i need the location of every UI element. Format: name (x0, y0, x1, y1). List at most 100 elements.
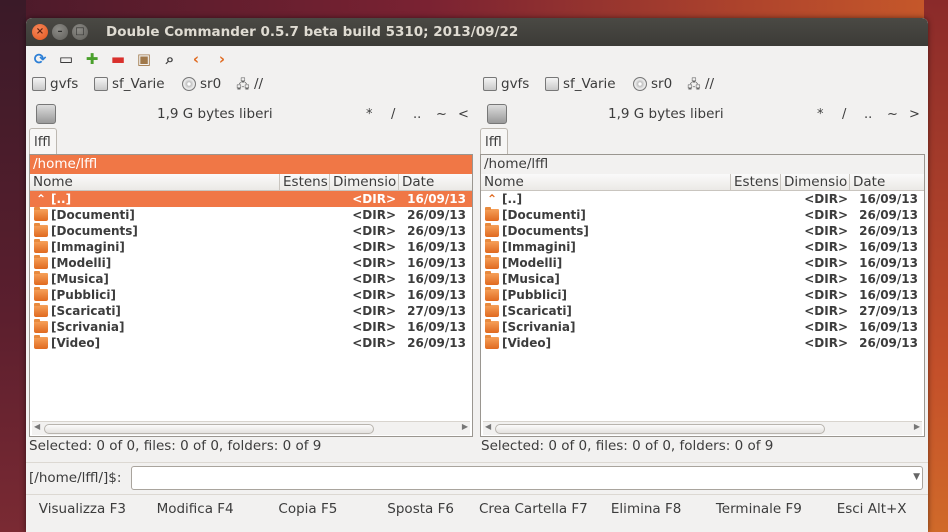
drive-network-right[interactable]: 🖧 // (687, 76, 714, 92)
back-icon[interactable]: ‹ (186, 49, 206, 69)
left-nav-root[interactable]: / (391, 107, 395, 122)
file-row[interactable]: [Documents] <DIR> 26/09/13 (30, 223, 472, 239)
scroll-left-icon[interactable]: ◀ (34, 422, 40, 431)
terminal-icon[interactable]: ▭ (56, 49, 76, 69)
drive-network[interactable]: 🖧 // (236, 76, 263, 92)
left-nav-parent[interactable]: .. (413, 107, 421, 122)
drive-label: sf_Varie (563, 76, 616, 92)
scroll-right-icon[interactable]: ▶ (914, 422, 920, 431)
file-row[interactable]: ⌃ [..] <DIR> 16/09/13 (30, 191, 472, 207)
scroll-left-icon[interactable]: ◀ (485, 422, 491, 431)
fkey-button-7[interactable]: Crea Cartella F7 (477, 501, 590, 517)
forward-icon[interactable]: › (212, 49, 232, 69)
left-nav-copy-path[interactable]: < (458, 107, 469, 122)
folder-icon (485, 239, 499, 253)
folder-icon (34, 207, 48, 221)
right-info-bar: 1,9 G bytes liberi * / .. ~ > (477, 101, 928, 127)
file-row[interactable]: [Immagini] <DIR> 16/09/13 (481, 239, 924, 255)
right-nav-root-all[interactable]: * (817, 107, 824, 122)
left-tab-lffl[interactable]: lffl (29, 128, 57, 154)
right-file-list[interactable]: ⌃ [..] <DIR> 16/09/13 [Documenti] <DIR> 26/09/… (481, 191, 924, 351)
file-row[interactable]: [Modelli] <DIR> 16/09/13 (481, 255, 924, 271)
drive-bar: gvfs sf_Varie sr0 🖧// gvfs sf_Varie sr0 … (26, 72, 928, 98)
file-row[interactable]: [Modelli] <DIR> 16/09/13 (30, 255, 472, 271)
left-file-list[interactable]: ⌃ [..] <DIR> 16/09/13 [Documenti] <DIR> 26/09/… (30, 191, 472, 351)
chevron-down-icon[interactable]: ▼ (913, 472, 920, 482)
archive-icon[interactable]: ▣ (134, 49, 154, 69)
file-row[interactable]: [Scaricati] <DIR> 27/09/13 (30, 303, 472, 319)
file-row[interactable]: ⌃ [..] <DIR> 16/09/13 (481, 191, 924, 207)
left-horizontal-scrollbar[interactable]: ◀ ▶ (32, 421, 470, 435)
right-nav-home[interactable]: ~ (887, 107, 898, 122)
fkey-button-9[interactable]: Terminale F9 (703, 501, 816, 517)
file-row[interactable]: [Documenti] <DIR> 26/09/13 (481, 207, 924, 223)
column-date[interactable]: Date (399, 174, 472, 190)
scrollbar-thumb[interactable] (495, 424, 825, 434)
drive-label: sr0 (651, 76, 673, 92)
right-horizontal-scrollbar[interactable]: ◀ ▶ (483, 421, 922, 435)
drive-sr0-right[interactable]: sr0 (633, 76, 672, 92)
file-date: 16/09/13 (407, 192, 466, 206)
refresh-icon[interactable]: ⟳ (30, 49, 50, 69)
folder-icon (485, 207, 499, 221)
command-input[interactable] (131, 466, 923, 490)
add-icon[interactable]: ✚ (82, 49, 102, 69)
file-row[interactable]: [Pubblici] <DIR> 16/09/13 (30, 287, 472, 303)
file-row[interactable]: [Musica] <DIR> 16/09/13 (481, 271, 924, 287)
drive-icon (32, 77, 46, 91)
file-row[interactable]: [Immagini] <DIR> 16/09/13 (30, 239, 472, 255)
fkey-button-3[interactable]: Visualizza F3 (26, 501, 139, 517)
parent-dir-icon: ⌃ (486, 192, 498, 206)
file-row[interactable]: [Musica] <DIR> 16/09/13 (30, 271, 472, 287)
fkey-button-6[interactable]: Sposta F6 (364, 501, 477, 517)
maximize-button[interactable]: □ (72, 24, 88, 40)
drive-gvfs[interactable]: gvfs (32, 76, 78, 92)
file-date: 26/09/13 (859, 336, 918, 350)
file-row[interactable]: [Documenti] <DIR> 26/09/13 (30, 207, 472, 223)
file-row[interactable]: [Video] <DIR> 26/09/13 (481, 335, 924, 351)
drive-sf-varie[interactable]: sf_Varie (94, 76, 165, 92)
search-icon[interactable]: ⌕ (160, 49, 180, 69)
file-row[interactable]: [Scrivania] <DIR> 16/09/13 (481, 319, 924, 335)
fkey-button-4[interactable]: Modifica F4 (139, 501, 252, 517)
fkey-button-10[interactable]: Esci Alt+X (815, 501, 928, 517)
column-name[interactable]: Nome (30, 174, 280, 190)
file-row[interactable]: [Documents] <DIR> 26/09/13 (481, 223, 924, 239)
left-nav-home[interactable]: ~ (436, 107, 447, 122)
column-size[interactable]: Dimensio (781, 174, 850, 190)
column-ext[interactable]: Estens (731, 174, 781, 190)
fkey-button-5[interactable]: Copia F5 (252, 501, 365, 517)
file-row[interactable]: [Pubblici] <DIR> 16/09/13 (481, 287, 924, 303)
file-row[interactable]: [Scaricati] <DIR> 27/09/13 (481, 303, 924, 319)
remove-icon[interactable]: ▬ (108, 49, 128, 69)
drive-sf-varie-right[interactable]: sf_Varie (545, 76, 616, 92)
column-ext[interactable]: Estens (280, 174, 330, 190)
right-path-bar[interactable]: /home/lffl (481, 155, 924, 174)
scroll-right-icon[interactable]: ▶ (462, 422, 468, 431)
file-size: <DIR> (352, 320, 396, 334)
file-date: 27/09/13 (407, 304, 466, 318)
title-bar[interactable]: × – □ Double Commander 0.5.7 beta build … (26, 18, 928, 46)
file-row[interactable]: [Scrivania] <DIR> 16/09/13 (30, 319, 472, 335)
right-nav-parent[interactable]: .. (864, 107, 872, 122)
folder-icon (34, 319, 48, 333)
left-status-bar: Selected: 0 of 0, files: 0 of 0, folders… (29, 438, 322, 454)
right-tab-lffl[interactable]: lffl (480, 128, 508, 154)
drive-sr0[interactable]: sr0 (182, 76, 221, 92)
minimize-button[interactable]: – (52, 24, 68, 40)
fkey-button-8[interactable]: Elimina F8 (590, 501, 703, 517)
drive-gvfs-right[interactable]: gvfs (483, 76, 529, 92)
column-size[interactable]: Dimensio (330, 174, 399, 190)
file-size: <DIR> (804, 240, 848, 254)
scrollbar-thumb[interactable] (44, 424, 374, 434)
left-nav-root-all[interactable]: * (366, 107, 373, 122)
close-button[interactable]: × (32, 24, 48, 40)
right-nav-copy-path[interactable]: > (909, 107, 920, 122)
column-date[interactable]: Date (850, 174, 924, 190)
file-row[interactable]: [Video] <DIR> 26/09/13 (30, 335, 472, 351)
right-nav-root[interactable]: / (842, 107, 846, 122)
file-size: <DIR> (352, 272, 396, 286)
folder-icon (34, 335, 48, 349)
left-path-bar[interactable]: /home/lffl (30, 155, 472, 174)
column-name[interactable]: Nome (481, 174, 731, 190)
